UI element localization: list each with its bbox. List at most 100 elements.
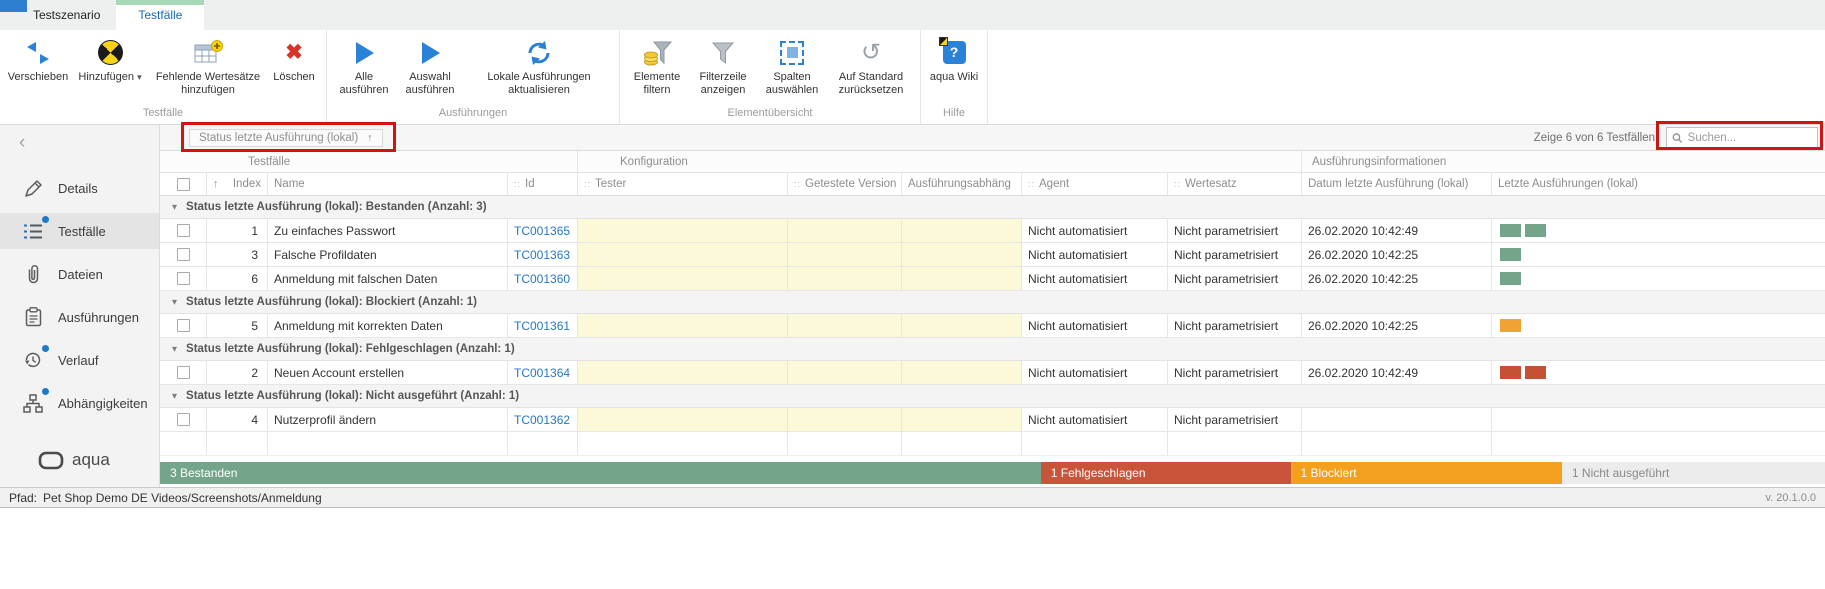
cell-id-link[interactable]: TC001362 — [508, 408, 578, 431]
history-icon — [22, 349, 44, 371]
table-row[interactable]: 5 Anmeldung mit korrekten Daten TC001361… — [160, 314, 1825, 338]
row-checkbox[interactable] — [160, 361, 207, 384]
cell-getestete-version[interactable] — [788, 219, 902, 242]
row-checkbox[interactable] — [160, 219, 207, 242]
band-testfaelle[interactable]: Testfälle — [160, 151, 578, 172]
column-header-id[interactable]: ::Id — [508, 173, 578, 195]
cell-id-link[interactable]: TC001363 — [508, 243, 578, 266]
auswahl-ausfuehren-button[interactable]: Auswahl ausführen — [396, 30, 464, 107]
cell-getestete-version[interactable] — [788, 314, 902, 337]
column-header-getestete-version[interactable]: ::Getestete Version — [788, 173, 902, 195]
column-header-wertesatz[interactable]: ::Wertesatz — [1168, 173, 1302, 195]
group-row-nicht-ausgefuehrt[interactable]: ▾ Status letzte Ausführung (lokal): Nich… — [160, 385, 1825, 408]
cell-getestete-version[interactable] — [788, 361, 902, 384]
cell-ausfuehrungsabhaeng[interactable] — [902, 219, 1022, 242]
fehlende-wertesaetze-button[interactable]: Fehlende Wertesätze hinzufügen — [149, 30, 267, 107]
cell-ausfuehrungsabhaeng[interactable] — [902, 243, 1022, 266]
column-header-ausfuehrungsabhaeng[interactable]: Ausführungsabhäng — [902, 173, 1022, 195]
sidebar-item-verlauf[interactable]: Verlauf — [0, 342, 159, 378]
table-row[interactable]: 3 Falsche Profildaten TC001363 Nicht aut… — [160, 243, 1825, 267]
hinzufuegen-button[interactable]: Hinzufügen ▾ — [71, 30, 149, 107]
column-header-letzte-ausfuehrungen[interactable]: Letzte Ausführungen (lokal) — [1492, 173, 1825, 195]
cell-ausfuehrungsabhaeng[interactable] — [902, 314, 1022, 337]
group-row-fehlgeschlagen[interactable]: ▾ Status letzte Ausführung (lokal): Fehl… — [160, 338, 1825, 361]
tab-testszenario[interactable]: Testszenario — [17, 0, 116, 30]
table-row[interactable]: 4 Nutzerprofil ändern TC001362 Nicht aut… — [160, 408, 1825, 432]
group-row-blockiert[interactable]: ▾ Status letzte Ausführung (lokal): Bloc… — [160, 291, 1825, 314]
group-by-chip[interactable]: Status letzte Ausführung (lokal) ↑ — [189, 129, 383, 147]
collapse-chevron-icon[interactable]: ‹ — [19, 133, 25, 152]
alle-ausfuehren-button[interactable]: Alle ausführen — [332, 30, 396, 107]
table-row[interactable]: 2 Neuen Account erstellen TC001364 Nicht… — [160, 361, 1825, 385]
cell-id-link[interactable]: TC001361 — [508, 314, 578, 337]
cell-datum: 26.02.2020 10:42:25 — [1302, 314, 1492, 337]
sidebar-item-testfaelle[interactable]: Testfälle — [0, 213, 159, 249]
sidebar-item-details[interactable]: Details — [0, 170, 159, 206]
collapse-triangle-icon[interactable]: ▾ — [172, 297, 177, 308]
cell-getestete-version[interactable] — [788, 267, 902, 290]
column-header-index[interactable]: ↑Index — [207, 173, 268, 195]
cell-tester[interactable] — [578, 267, 788, 290]
band-ausfuehrungsinformationen[interactable]: Ausführungsinformationen — [1302, 151, 1825, 172]
cell-agent: Nicht automatisiert — [1022, 408, 1168, 431]
cell-tester[interactable] — [578, 243, 788, 266]
cell-letzte-ausfuehrungen — [1492, 219, 1825, 242]
spalten-auswaehlen-button[interactable]: Spalten auswählen — [757, 30, 827, 107]
loeschen-button[interactable]: ✖ Löschen — [267, 30, 321, 107]
column-header-agent[interactable]: ::Agent — [1022, 173, 1168, 195]
cell-getestete-version[interactable] — [788, 408, 902, 431]
row-checkbox[interactable] — [160, 243, 207, 266]
table-row[interactable]: 1 Zu einfaches Passwort TC001365 Nicht a… — [160, 219, 1825, 243]
band-header-row: Testfälle Konfiguration Ausführungsinfor… — [160, 151, 1825, 173]
filterzeile-anzeigen-button[interactable]: Filterzeile anzeigen — [689, 30, 757, 107]
column-filter-icon[interactable]: :: — [1174, 179, 1181, 189]
table-row[interactable]: 6 Anmeldung mit falschen Daten TC001360 … — [160, 267, 1825, 291]
search-input[interactable] — [1688, 132, 1812, 144]
column-header-tester[interactable]: ::Tester — [578, 173, 788, 195]
collapse-triangle-icon[interactable]: ▾ — [172, 202, 177, 213]
row-checkbox[interactable] — [160, 314, 207, 337]
sidebar-item-abhaengigkeiten[interactable]: Abhängigkeiten — [0, 385, 159, 421]
sidebar-item-ausfuehrungen[interactable]: Ausführungen — [0, 299, 159, 335]
cell-tester[interactable] — [578, 361, 788, 384]
auf-standard-button[interactable]: ↺ Auf Standard zurücksetzen — [827, 30, 915, 107]
cell-tester[interactable] — [578, 408, 788, 431]
group-row-bestanden[interactable]: ▾ Status letzte Ausführung (lokal): Best… — [160, 196, 1825, 219]
collapse-triangle-icon[interactable]: ▾ — [172, 391, 177, 402]
cell-ausfuehrungsabhaeng[interactable] — [902, 361, 1022, 384]
cell-index: 3 — [207, 243, 268, 266]
cell-tester[interactable] — [578, 314, 788, 337]
status-summary-bar: 3 Bestanden 1 Fehlgeschlagen 1 Blockiert… — [160, 462, 1825, 484]
row-checkbox[interactable] — [160, 408, 207, 431]
select-all-checkbox[interactable] — [160, 173, 207, 195]
collapse-triangle-icon[interactable]: ▾ — [172, 344, 177, 355]
group-row-label: Status letzte Ausführung (lokal): Fehlge… — [186, 343, 515, 355]
cell-ausfuehrungsabhaeng[interactable] — [902, 267, 1022, 290]
lokale-aktualisieren-button[interactable]: Lokale Ausführungen aktualisieren — [464, 30, 614, 107]
band-konfiguration[interactable]: Konfiguration — [578, 151, 1302, 172]
cell-getestete-version[interactable] — [788, 243, 902, 266]
row-checkbox[interactable] — [160, 267, 207, 290]
column-filter-icon[interactable]: :: — [514, 179, 521, 189]
cell-tester[interactable] — [578, 219, 788, 242]
column-filter-icon[interactable]: :: — [1028, 179, 1035, 189]
column-filter-icon[interactable]: :: — [584, 179, 591, 189]
group-row-label: Status letzte Ausführung (lokal): Nicht … — [186, 390, 519, 402]
verschieben-button[interactable]: Verschieben — [5, 30, 71, 107]
column-filter-icon[interactable]: :: — [794, 179, 801, 189]
cell-id-link[interactable]: TC001364 — [508, 361, 578, 384]
sidebar-item-label: Details — [58, 181, 98, 196]
cell-id-link[interactable]: TC001360 — [508, 267, 578, 290]
aqua-wiki-button[interactable]: ? aqua Wiki — [926, 30, 982, 107]
cell-ausfuehrungsabhaeng[interactable] — [902, 408, 1022, 431]
cell-id-link[interactable]: TC001365 — [508, 219, 578, 242]
clipboard-icon — [22, 306, 44, 328]
testcase-grid: Status letzte Ausführung (lokal) ↑ Zeige… — [160, 125, 1825, 487]
sidebar-item-dateien[interactable]: Dateien — [0, 256, 159, 292]
ribbon-tab-bar: Testszenario Testfälle — [0, 0, 1825, 30]
column-header-datum[interactable]: Datum letzte Ausführung (lokal) — [1302, 173, 1492, 195]
search-box[interactable] — [1666, 127, 1818, 148]
elemente-filtern-button[interactable]: Elemente filtern — [625, 30, 689, 107]
tab-testfaelle[interactable]: Testfälle — [116, 0, 204, 30]
column-header-name[interactable]: Name — [268, 173, 508, 195]
